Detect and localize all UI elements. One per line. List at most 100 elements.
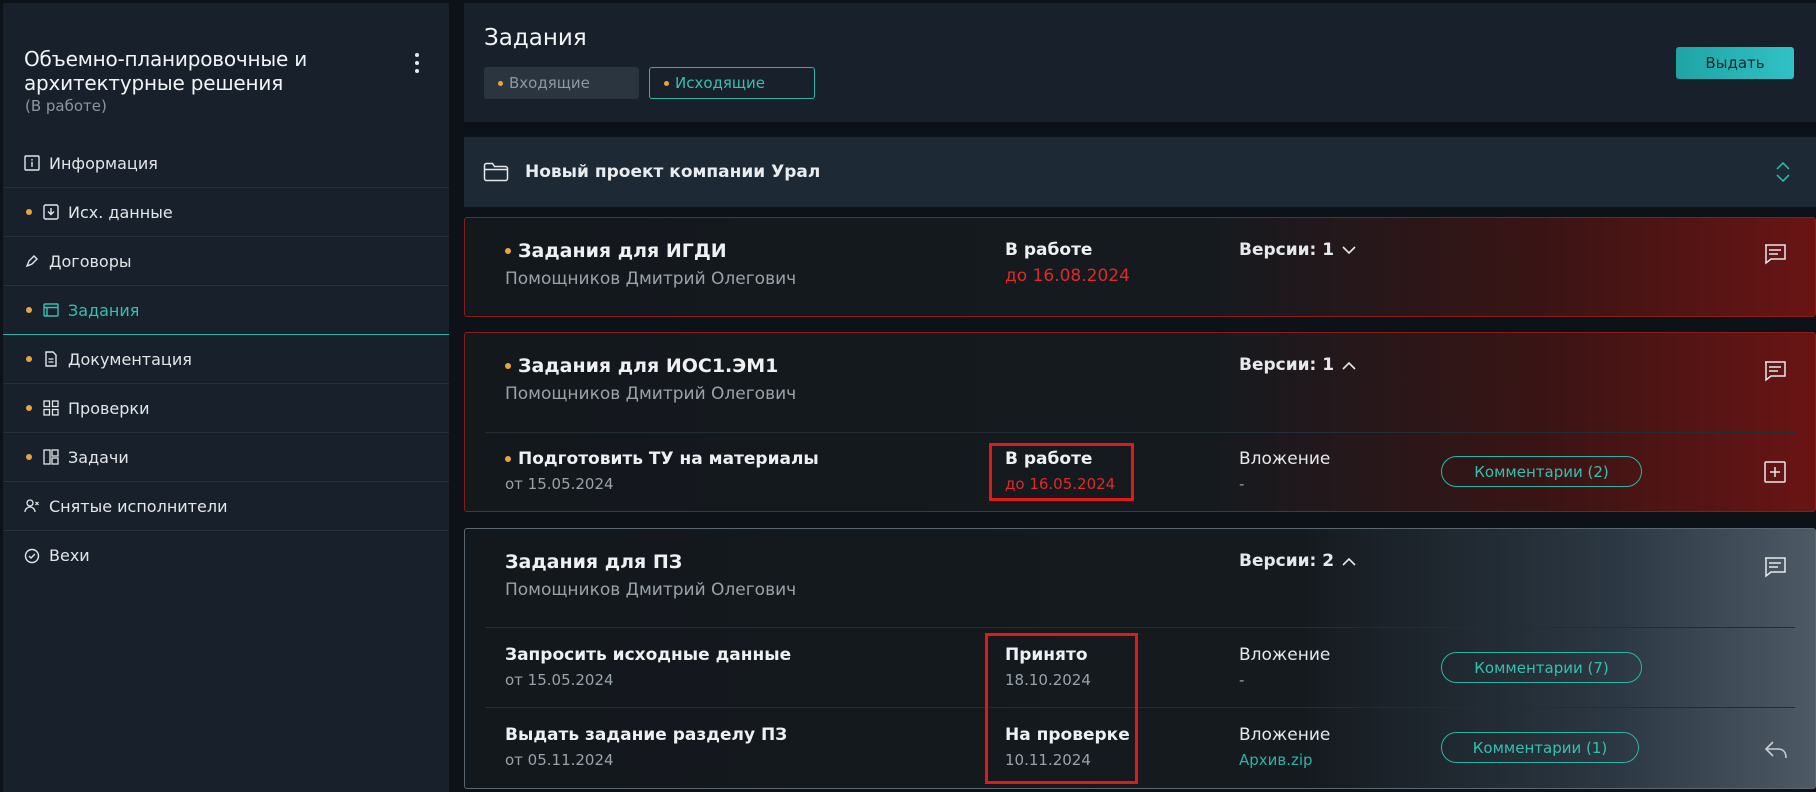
sidebar-item-label: Информация [49,153,158,173]
chevron-down-icon [1342,245,1356,254]
board-icon [43,449,59,465]
status-dot [664,80,669,86]
page-title: Задания [484,25,587,51]
versions-label: Версии: 2 [1239,551,1335,571]
status-dot [26,454,32,460]
sidebar-item-source-data[interactable]: Исх. данные [3,188,449,237]
project-row[interactable]: Новый проект компании Урал [464,137,1816,207]
tab-label: Исходящие [675,74,766,92]
download-icon [43,204,59,220]
comment-icon[interactable] [1763,242,1787,266]
sidebar: Объемно-планировочные и архитектурные ре… [3,3,449,792]
task-group-title-text: Задания для ИОС1.ЭМ1 [518,355,779,377]
attachment-label: Вложение [1239,725,1331,745]
attachment-link[interactable]: Архив.zip [1239,751,1313,769]
comments-button[interactable]: Комментарии (1) [1441,732,1639,763]
attachment-label: Вложение [1239,449,1331,469]
expand-collapse-icon[interactable] [1774,160,1792,184]
comment-icon[interactable] [1763,359,1787,383]
section-status: (В работе) [25,97,107,115]
comments-button[interactable]: Комментарии (7) [1441,652,1642,683]
comment-icon[interactable] [1763,555,1787,579]
versions-dropdown[interactable]: Версии: 2 [1239,551,1356,571]
document-icon [43,351,59,367]
divider [485,627,1795,628]
sidebar-item-label: Исх. данные [68,202,173,222]
pen-icon [24,253,40,269]
sidebar-nav: Информация Исх. данные Договоры Задания [3,139,449,580]
highlight-box [985,633,1138,784]
sidebar-item-label: Договоры [49,251,132,271]
tab-label: Входящие [509,74,590,92]
task-title[interactable]: Подготовить ТУ на материалы [505,449,819,469]
user-remove-icon [24,498,40,514]
attachment-value: - [1239,475,1245,493]
task-date: от 05.11.2024 [505,751,614,769]
divider [485,707,1795,708]
versions-label: Версии: 1 [1239,355,1335,375]
comments-button[interactable]: Комментарии (2) [1441,456,1642,487]
sidebar-item-label: Задания [68,300,140,320]
sidebar-item-info[interactable]: Информация [3,139,449,188]
sidebar-item-tasks-assigned[interactable]: Задания [3,286,449,335]
add-icon[interactable] [1763,460,1787,484]
task-group-card: Задания для ИГДИ Помощников Дмитрий Олег… [464,217,1816,317]
sidebar-item-milestones[interactable]: Вехи [3,531,449,580]
sidebar-item-label: Проверки [68,398,150,418]
task-group-title[interactable]: Задания для ИГДИ [505,240,727,262]
task-group-card: Задания для ИОС1.ЭМ1 Помощников Дмитрий … [464,332,1816,512]
status-dot [505,363,511,369]
sidebar-item-label: Снятые исполнители [49,496,228,516]
chevron-up-icon [1342,361,1356,370]
task-group-title[interactable]: Задания для ИОС1.ЭМ1 [505,355,778,377]
folder-icon [483,162,509,182]
sidebar-item-label: Вехи [49,546,90,565]
task-group-title[interactable]: Задания для ПЗ [505,551,682,573]
task-group-author: Помощников Дмитрий Олегович [505,269,797,289]
sidebar-header: Объемно-планировочные и архитектурные ре… [24,47,424,115]
window-icon [43,302,59,318]
status-dot [26,356,32,362]
versions-label: Версии: 1 [1239,240,1335,260]
sidebar-item-removed-executors[interactable]: Снятые исполнители [3,482,449,531]
task-group-author: Помощников Дмитрий Олегович [505,384,797,404]
sidebar-item-checks[interactable]: Проверки [3,384,449,433]
project-name: Новый проект компании Урал [525,162,821,182]
status-dot [26,405,32,411]
attachment-value: - [1239,671,1245,689]
section-title: Объемно-планировочные и архитектурные ре… [24,47,308,95]
sidebar-item-label: Задачи [68,447,129,467]
task-date: от 15.05.2024 [505,671,614,689]
task-title[interactable]: Выдать задание разделу ПЗ [505,725,787,745]
versions-dropdown[interactable]: Версии: 1 [1239,355,1356,375]
info-icon [24,155,40,171]
tab-outgoing[interactable]: Исходящие [649,67,815,99]
more-menu-icon[interactable] [407,51,427,75]
task-title[interactable]: Запросить исходные данные [505,645,791,665]
highlight-box [989,443,1134,501]
sidebar-item-todo[interactable]: Задачи [3,433,449,482]
status-dot [26,307,32,313]
task-title-text: Подготовить ТУ на материалы [518,449,819,469]
task-group-author: Помощников Дмитрий Олегович [505,580,797,600]
task-group-status: В работе [1005,240,1093,260]
task-group-deadline: до 16.08.2024 [1005,266,1130,286]
status-dot [505,456,511,462]
status-dot [26,209,32,215]
sidebar-item-contracts[interactable]: Договоры [3,237,449,286]
task-date: от 15.05.2024 [505,475,614,493]
sidebar-item-documentation[interactable]: Документация [3,335,449,384]
grid-icon [43,400,59,416]
reply-icon[interactable] [1763,739,1789,761]
task-group-card: Задания для ПЗ Помощников Дмитрий Олегов… [464,528,1816,789]
tab-incoming[interactable]: Входящие [484,67,639,99]
sidebar-item-label: Документация [68,349,192,369]
issue-button[interactable]: Выдать [1676,47,1794,79]
check-circle-icon [24,548,40,564]
status-dot [498,80,503,86]
header: Задания Входящие Исходящие Выдать [464,3,1816,122]
versions-dropdown[interactable]: Версии: 1 [1239,240,1356,260]
attachment-label: Вложение [1239,645,1331,665]
chevron-up-icon [1342,557,1356,566]
status-dot [505,248,511,254]
